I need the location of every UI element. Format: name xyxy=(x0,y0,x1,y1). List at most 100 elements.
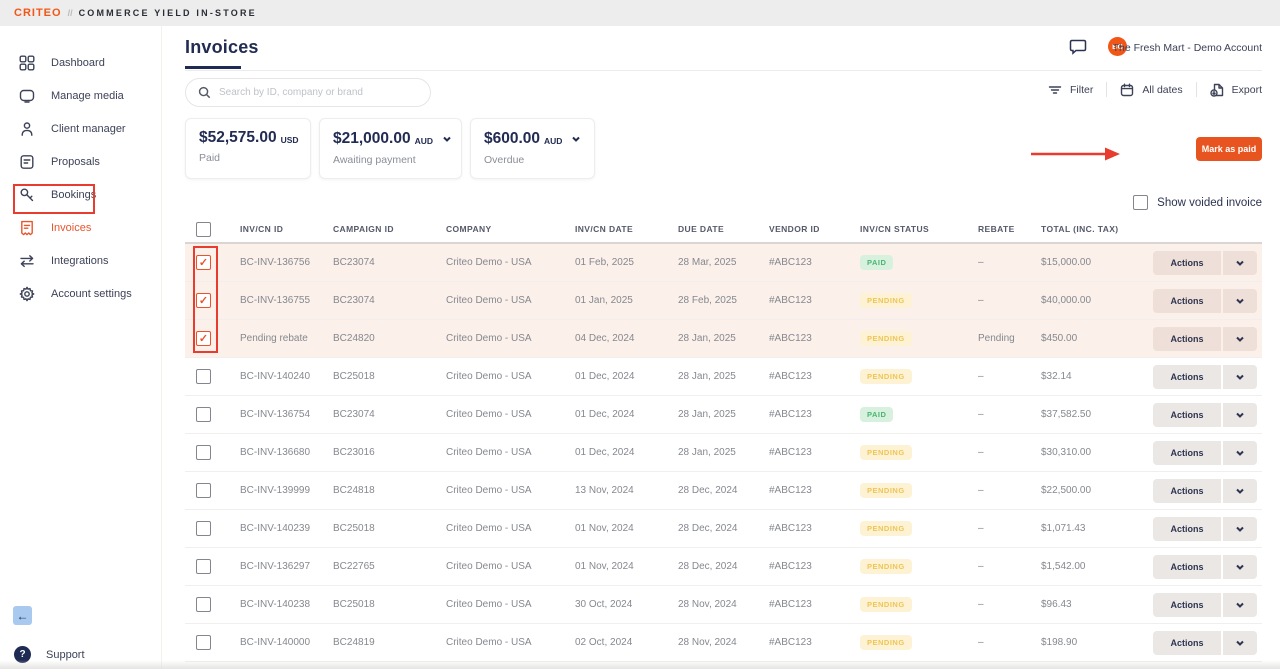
due-date-cell: 28 Jan, 2025 xyxy=(678,409,769,420)
actions-chevron-button[interactable] xyxy=(1223,251,1257,275)
company-cell: Criteo Demo - USA xyxy=(446,485,575,496)
sidebar-item-label: Account settings xyxy=(51,288,132,300)
invoice-id-cell: BC-INV-140000 xyxy=(240,637,333,648)
actions-chevron-button[interactable] xyxy=(1223,593,1257,617)
sidebar-item-dashboard[interactable]: Dashboard xyxy=(0,46,161,79)
actions-chevron-button[interactable] xyxy=(1223,289,1257,313)
export-icon xyxy=(1210,83,1224,97)
actions-chevron-button[interactable] xyxy=(1223,517,1257,541)
row-checkbox[interactable]: ✓ xyxy=(196,255,211,270)
show-voided-toggle: Show voided invoice xyxy=(1133,195,1262,210)
actions-chevron-button[interactable] xyxy=(1223,403,1257,427)
company-cell: Criteo Demo - USA xyxy=(446,295,575,306)
status-cell: PAID xyxy=(860,255,978,270)
row-checkbox[interactable] xyxy=(196,483,211,498)
invoice-id-cell: BC-INV-136297 xyxy=(240,561,333,572)
chat-bubble-icon[interactable] xyxy=(1069,38,1087,61)
rebate-cell: Pending xyxy=(978,333,1041,344)
sidebar-item-label: Proposals xyxy=(51,156,100,168)
column-header: COMPANY xyxy=(446,224,575,234)
actions-button[interactable]: Actions xyxy=(1153,251,1221,275)
sidebar-item-client-manager[interactable]: Client manager xyxy=(0,112,161,145)
sidebar-item-label: Invoices xyxy=(51,222,91,234)
show-voided-checkbox[interactable] xyxy=(1133,195,1148,210)
question-mark-icon: ? xyxy=(14,646,31,663)
actions-chevron-button[interactable] xyxy=(1223,327,1257,351)
row-checkbox[interactable] xyxy=(196,521,211,536)
sidebar-item-manage-media[interactable]: Manage media xyxy=(0,79,161,112)
sidebar-item-account-settings[interactable]: Account settings xyxy=(0,277,161,310)
sidebar-collapse-button[interactable]: ← xyxy=(13,606,32,625)
sidebar-item-integrations[interactable]: Integrations xyxy=(0,244,161,277)
column-header: INV/CN STATUS xyxy=(860,224,978,234)
status-cell: PENDING xyxy=(860,521,978,536)
row-checkbox[interactable]: ✓ xyxy=(196,331,211,346)
row-checkbox-cell xyxy=(185,521,240,536)
search-input[interactable] xyxy=(219,87,418,98)
total-cell: $37,582.50 xyxy=(1041,409,1153,420)
sidebar-item-label: Bookings xyxy=(51,189,96,201)
due-date-cell: 28 Feb, 2025 xyxy=(678,295,769,306)
row-checkbox[interactable] xyxy=(196,597,211,612)
mark-as-paid-button[interactable]: Mark as paid xyxy=(1196,137,1262,161)
row-checkbox-cell: ✓ xyxy=(185,293,240,308)
invoice-date-cell: 01 Dec, 2024 xyxy=(575,447,678,458)
rebate-cell: – xyxy=(978,523,1041,534)
actions-button[interactable]: Actions xyxy=(1153,365,1221,389)
filter-button[interactable]: Filter xyxy=(1048,83,1093,97)
actions-button[interactable]: Actions xyxy=(1153,327,1221,351)
actions-cell: Actions xyxy=(1153,251,1268,275)
column-header: INV/CN DATE xyxy=(575,224,678,234)
header-checkbox-cell xyxy=(185,222,240,237)
date-range-button[interactable]: All dates xyxy=(1120,83,1182,97)
chevron-down-icon[interactable] xyxy=(571,131,581,149)
card-label: Overdue xyxy=(484,154,580,166)
sidebar-item-proposals[interactable]: Proposals xyxy=(0,145,161,178)
due-date-cell: 28 Jan, 2025 xyxy=(678,333,769,344)
actions-button[interactable]: Actions xyxy=(1153,441,1221,465)
currency-code: AUD xyxy=(415,136,433,146)
actions-chevron-button[interactable] xyxy=(1223,631,1257,655)
search-box xyxy=(185,78,431,107)
sidebar-item-bookings[interactable]: Bookings xyxy=(0,178,161,211)
actions-button[interactable]: Actions xyxy=(1153,479,1221,503)
campaign-id-cell: BC25018 xyxy=(333,523,446,534)
row-checkbox[interactable] xyxy=(196,445,211,460)
actions-button[interactable]: Actions xyxy=(1153,555,1221,579)
actions-button[interactable]: Actions xyxy=(1153,289,1221,313)
export-button[interactable]: Export xyxy=(1210,83,1262,97)
row-checkbox[interactable] xyxy=(196,369,211,384)
actions-chevron-button[interactable] xyxy=(1223,479,1257,503)
vendor-id-cell: #ABC123 xyxy=(769,371,860,382)
row-checkbox[interactable]: ✓ xyxy=(196,293,211,308)
actions-button[interactable]: Actions xyxy=(1153,631,1221,655)
chevron-down-icon[interactable] xyxy=(442,131,452,149)
support-link[interactable]: ? Support xyxy=(14,646,85,663)
arrow-left-icon: ← xyxy=(17,609,29,623)
invoices-table: INV/CN IDCAMPAIGN IDCOMPANYINV/CN DATEDU… xyxy=(185,216,1262,662)
sidebar-item-invoices[interactable]: Invoices xyxy=(0,211,161,244)
row-checkbox-cell: ✓ xyxy=(185,331,240,346)
actions-chevron-button[interactable] xyxy=(1223,555,1257,579)
chevron-down-icon xyxy=(1235,372,1245,382)
sync-arrows-icon xyxy=(19,253,35,269)
row-checkbox[interactable] xyxy=(196,635,211,650)
actions-button[interactable]: Actions xyxy=(1153,517,1221,541)
sidebar-item-label: Client manager xyxy=(51,123,126,135)
actions-chevron-button[interactable] xyxy=(1223,365,1257,389)
rebate-cell: – xyxy=(978,599,1041,610)
status-badge: PENDING xyxy=(860,369,912,384)
actions-button[interactable]: Actions xyxy=(1153,593,1221,617)
actions-chevron-button[interactable] xyxy=(1223,441,1257,465)
row-checkbox[interactable] xyxy=(196,407,211,422)
row-checkbox[interactable] xyxy=(196,559,211,574)
total-cell: $198.90 xyxy=(1041,637,1153,648)
company-cell: Criteo Demo - USA xyxy=(446,409,575,420)
calendar-icon xyxy=(1120,83,1134,97)
actions-cell: Actions xyxy=(1153,441,1268,465)
toolbar-divider xyxy=(1196,82,1197,97)
select-all-checkbox[interactable] xyxy=(196,222,211,237)
account-name: The Fresh Mart - Demo Account xyxy=(1113,42,1262,54)
row-checkbox-cell xyxy=(185,407,240,422)
actions-button[interactable]: Actions xyxy=(1153,403,1221,427)
